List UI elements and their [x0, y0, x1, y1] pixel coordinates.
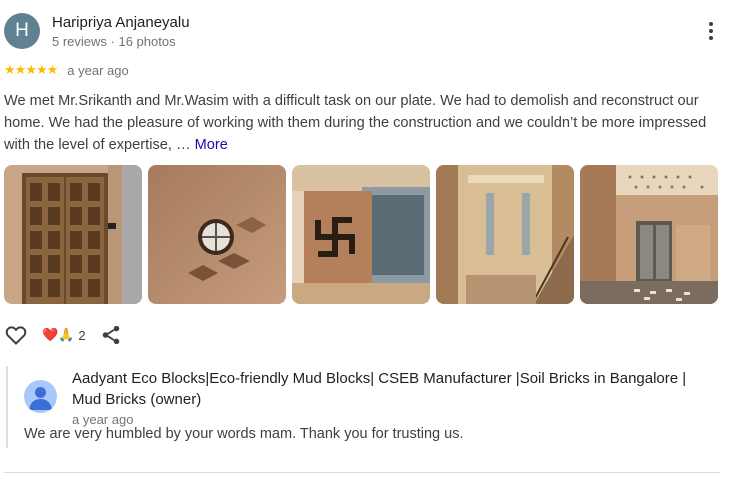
more-link[interactable]: More [195, 137, 228, 153]
photo-staircase[interactable] [436, 165, 574, 304]
more-options-icon[interactable] [706, 22, 716, 40]
share-icon[interactable] [100, 324, 122, 346]
like-heart-icon[interactable] [4, 323, 28, 347]
divider [4, 472, 720, 473]
reaction-count: 2 [78, 327, 86, 343]
owner-avatar-icon [24, 380, 57, 413]
review-header: H Haripriya Anjaneyalu 5 reviews · 16 ph… [4, 10, 724, 50]
reviewer-name[interactable]: Haripriya Anjaneyalu [52, 14, 190, 31]
photo-swastik-panel[interactable] [292, 165, 430, 304]
staircase-photo-icon [436, 165, 574, 304]
review-actions: ❤️🙏 2 [4, 322, 122, 348]
owner-reply-text: We are very humbled by your words mam. T… [24, 426, 464, 442]
photo-door[interactable] [4, 165, 142, 304]
photo-wall-window[interactable] [148, 165, 286, 304]
owner-name: Aadyant Eco Blocks|Eco-friendly Mud Bloc… [72, 370, 687, 408]
interior-hall-photo-icon [580, 165, 718, 304]
photo-interior-hall[interactable] [580, 165, 718, 304]
wall-window-photo-icon [148, 165, 286, 304]
door-photo-icon [4, 165, 142, 304]
star-rating: ★★★★★ [4, 62, 58, 77]
reviewer-meta: 5 reviews · 16 photos [52, 34, 176, 49]
swastik-panel-photo-icon [292, 165, 430, 304]
review-body: We met Mr.Srikanth and Mr.Wasim with a d… [4, 93, 707, 153]
owner-reply: Aadyant Eco Blocks|Eco-friendly Mud Bloc… [6, 366, 720, 448]
reactions[interactable]: ❤️🙏 2 [42, 327, 86, 343]
review-time: a year ago [67, 62, 129, 78]
reviewer-avatar[interactable]: H [4, 13, 40, 49]
rating-row: ★★★★★ a year ago [4, 61, 129, 79]
owner-reply-time: a year ago [72, 412, 134, 427]
reaction-emojis: ❤️🙏 [42, 327, 75, 342]
photo-strip [4, 165, 718, 304]
review-text: We met Mr.Srikanth and Mr.Wasim with a d… [4, 90, 720, 156]
reviewer-initial: H [15, 20, 29, 41]
